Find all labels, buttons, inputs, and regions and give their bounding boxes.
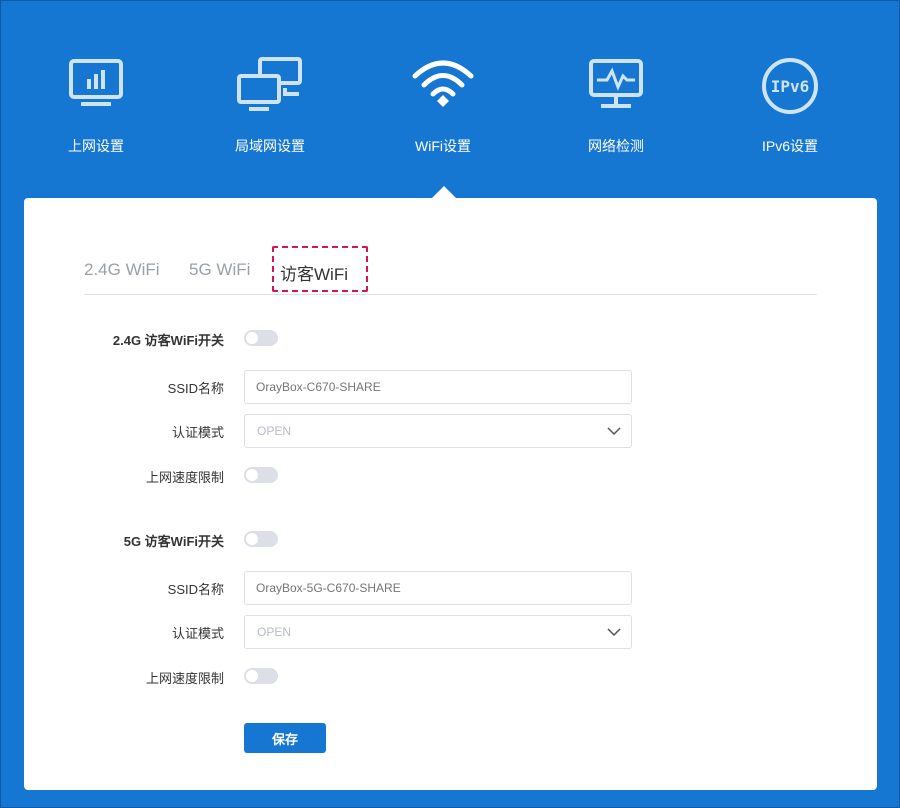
toggle-knob [246, 332, 258, 344]
row-24g-ssid: SSID名称 [24, 370, 877, 404]
save-button[interactable]: 保存 [244, 723, 326, 753]
guest-5g-ssid-label: SSID名称 [167, 582, 224, 597]
guest-24g-switch-label: 2.4G 访客WiFi开关 [112, 333, 224, 348]
wifi-tabs: 2.4G WiFi 5G WiFi 访客WiFi [84, 246, 817, 295]
nav-item-wifi-settings[interactable]: WiFi设置 [383, 56, 503, 156]
nav-label: 网络检测 [588, 138, 644, 154]
guest-5g-switch-toggle[interactable] [244, 531, 278, 547]
row-5g-ssid: SSID名称 [24, 571, 877, 605]
wifi-icon [383, 56, 503, 116]
guest-5g-auth-label: 认证模式 [171, 626, 224, 641]
nav-label: 上网设置 [68, 138, 124, 154]
guest-24g-ssid-input[interactable] [244, 370, 632, 404]
svg-text:IPv6: IPv6 [771, 77, 810, 96]
guest-5g-auth-select[interactable]: OPEN [244, 615, 632, 649]
active-nav-pointer [432, 186, 456, 198]
guest-5g-speed-label: 上网速度限制 [145, 671, 224, 686]
row-5g-guest-switch: 5G 访客WiFi开关 [24, 523, 877, 557]
row-24g-speed-limit: 上网速度限制 [24, 459, 877, 493]
guest-5g-switch-label: 5G 访客WiFi开关 [123, 534, 224, 549]
nav-item-lan-settings[interactable]: 局域网设置 [210, 56, 330, 156]
nav-item-network-check[interactable]: 网络检测 [556, 56, 676, 156]
monitor-pulse-icon [556, 56, 676, 116]
guest-24g-auth-label: 认证模式 [171, 425, 224, 440]
guest-24g-speed-label: 上网速度限制 [145, 470, 224, 485]
tab-guest-wifi[interactable]: 访客WiFi [280, 260, 348, 285]
guest-24g-switch-toggle[interactable] [244, 330, 278, 346]
nav-label: WiFi设置 [415, 138, 471, 154]
select-value: OPEN [257, 625, 292, 639]
monitor-chart-icon [36, 56, 156, 116]
settings-panel: 2.4G WiFi 5G WiFi 访客WiFi 2.4G 访客WiFi开关 S… [24, 198, 877, 790]
row-24g-auth: 认证模式 OPEN [24, 414, 877, 448]
top-navigation: 上网设置 局域网设置 WiFi设置 网络检测 IPv6 IPv6设置 [0, 0, 900, 200]
guest-5g-speed-toggle[interactable] [244, 668, 278, 684]
row-5g-speed-limit: 上网速度限制 [24, 660, 877, 694]
select-value: OPEN [257, 424, 292, 438]
ipv6-icon: IPv6 [730, 56, 850, 116]
chevron-down-icon [607, 427, 621, 436]
lan-computers-icon [210, 56, 330, 116]
guest-24g-speed-toggle[interactable] [244, 467, 278, 483]
toggle-knob [246, 670, 258, 682]
chevron-down-icon [607, 628, 621, 637]
guest-24g-auth-select[interactable]: OPEN [244, 414, 632, 448]
guest-24g-ssid-label: SSID名称 [167, 381, 224, 396]
nav-item-internet-settings[interactable]: 上网设置 [36, 56, 156, 156]
nav-label: IPv6设置 [761, 138, 818, 154]
tab-5g-wifi[interactable]: 5G WiFi [189, 260, 250, 280]
guest-5g-ssid-input[interactable] [244, 571, 632, 605]
nav-item-ipv6-settings[interactable]: IPv6 IPv6设置 [730, 56, 850, 156]
tab-2-4g-wifi[interactable]: 2.4G WiFi [84, 260, 160, 280]
row-5g-auth: 认证模式 OPEN [24, 615, 877, 649]
nav-label: 局域网设置 [235, 138, 305, 154]
toggle-knob [246, 533, 258, 545]
toggle-knob [246, 469, 258, 481]
row-24g-guest-switch: 2.4G 访客WiFi开关 [24, 322, 877, 356]
